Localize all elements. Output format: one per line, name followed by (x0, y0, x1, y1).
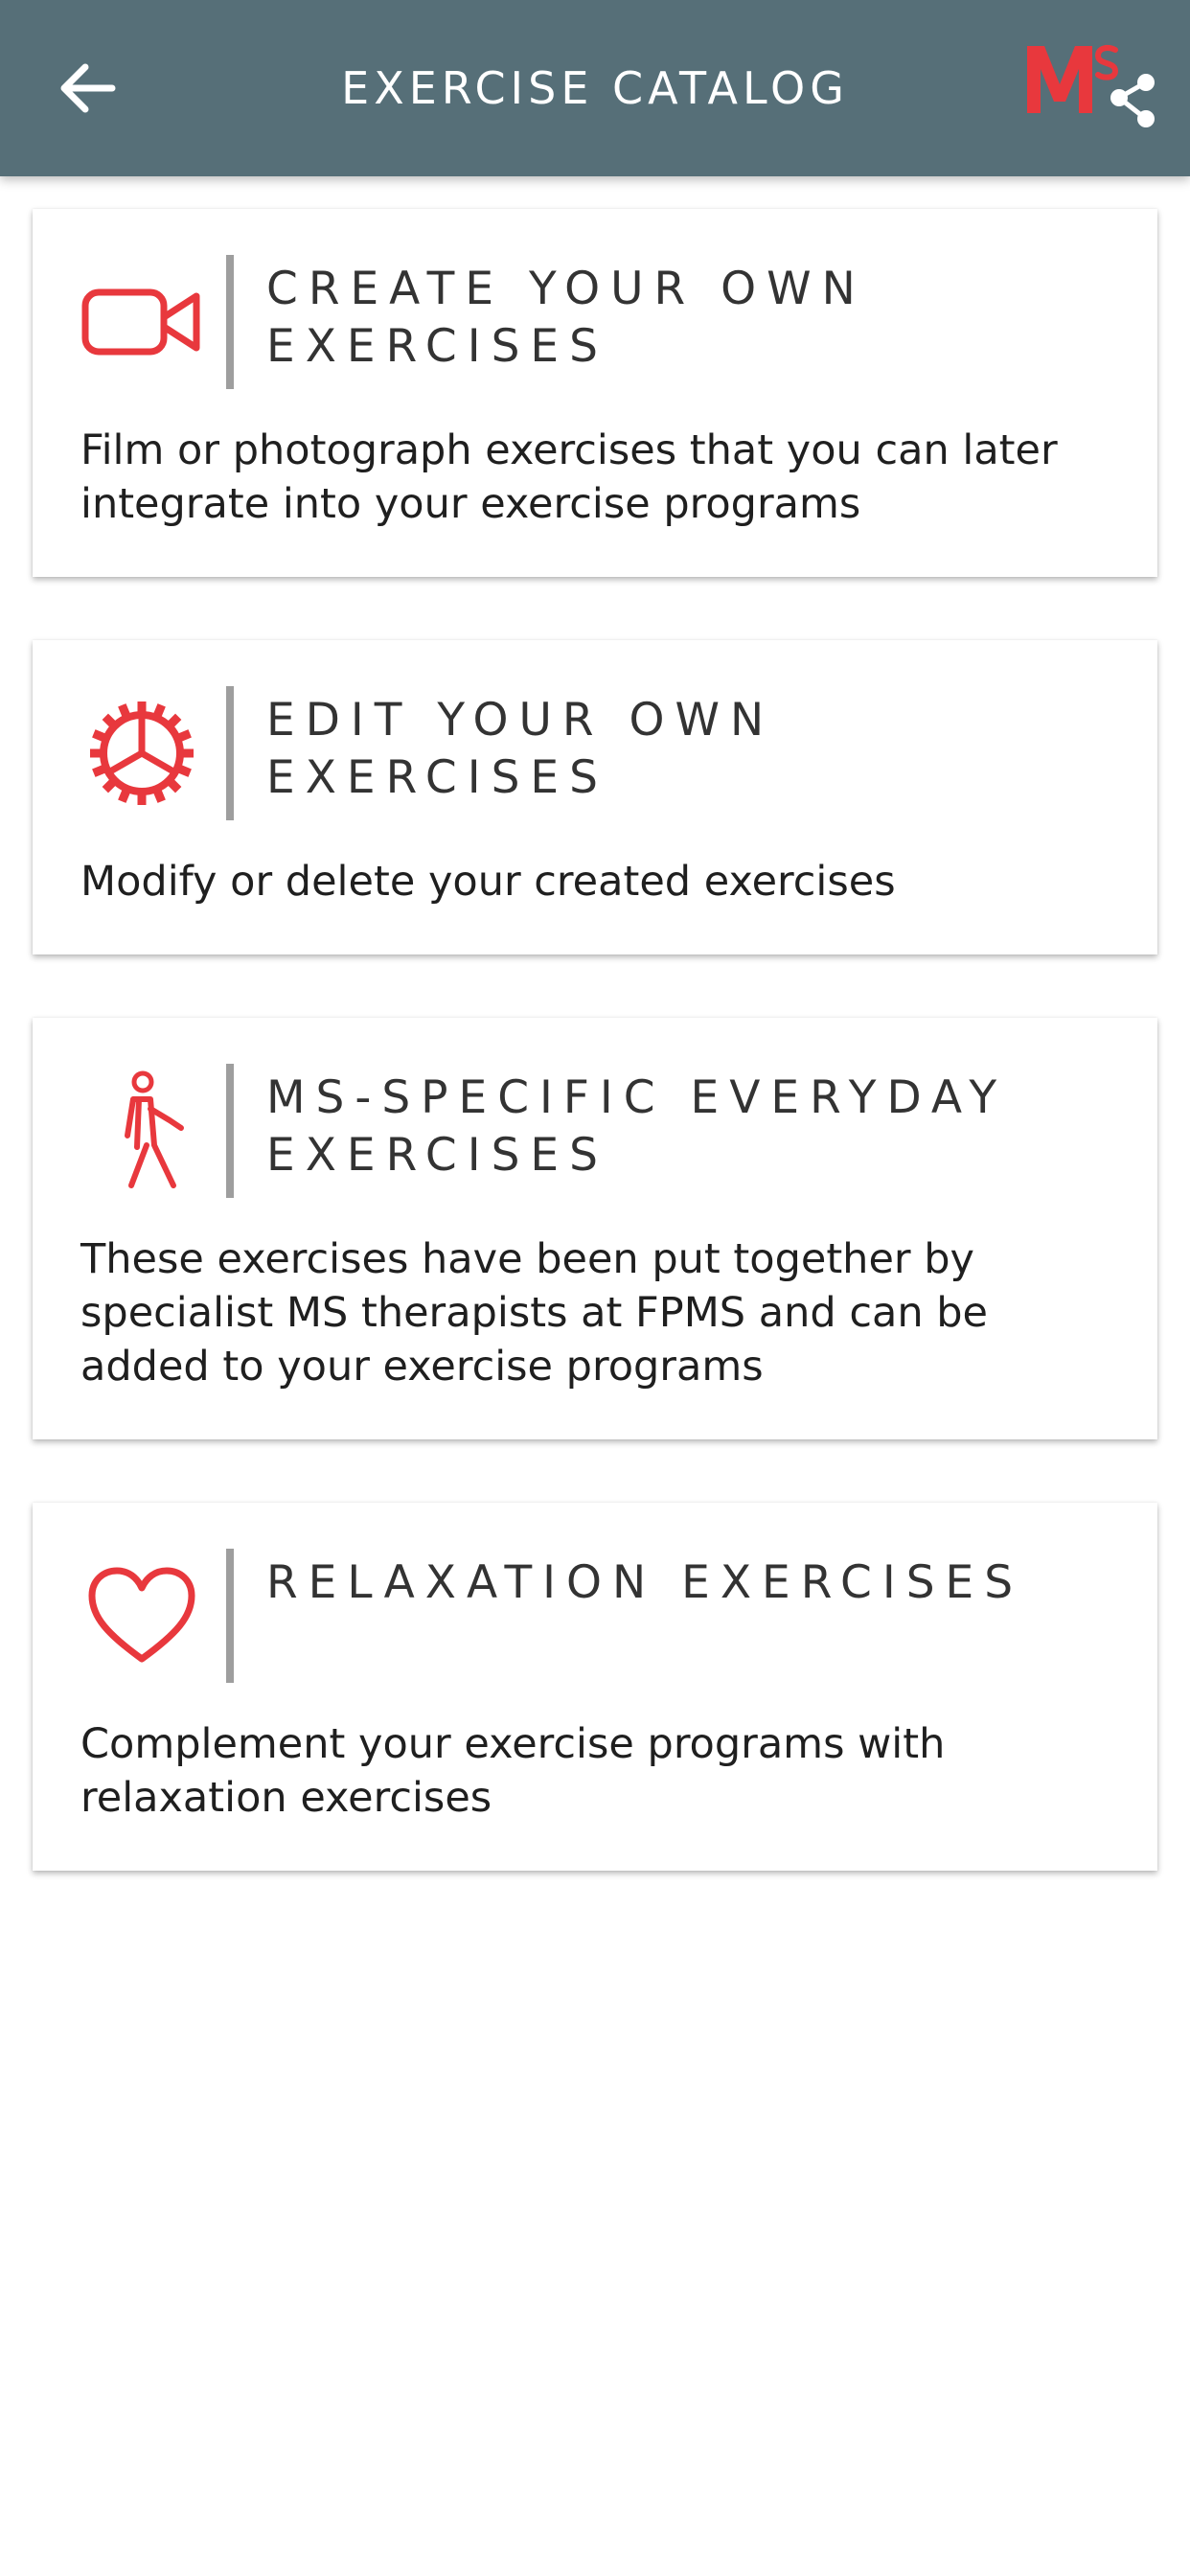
card-description: Modify or delete your created exercises (80, 858, 896, 906)
walking-person-icon (125, 1070, 184, 1188)
card-description: Complement your exercise programs with r… (80, 1720, 946, 1822)
card-description: These exercises have been put together b… (80, 1235, 988, 1391)
card-title: MS-SPECIFIC EVERYDAY EXERCISES (266, 1071, 1008, 1182)
page-title: EXERCISE CATALOG (341, 62, 849, 114)
card-create-own-exercises[interactable]: CREATE YOUR OWN EXERCISES Film or photog… (33, 209, 1157, 577)
app-logo[interactable] (1023, 38, 1157, 138)
card-title: CREATE YOUR OWN EXERCISES (266, 263, 866, 373)
card-divider (226, 1549, 234, 1683)
gear-icon (90, 702, 194, 805)
card-relaxation-exercises[interactable]: RELAXATION EXERCISES Complement your exe… (33, 1503, 1157, 1871)
card-divider (226, 1064, 234, 1198)
card-divider (226, 255, 234, 389)
card-description: Film or photograph exercises that you ca… (80, 426, 1058, 528)
card-title: RELAXATION EXERCISES (266, 1556, 1024, 1609)
card-ms-specific-exercises[interactable]: MS-SPECIFIC EVERYDAY EXERCISES These exe… (33, 1018, 1157, 1439)
heart-icon (88, 1567, 195, 1663)
card-edit-own-exercises[interactable]: EDIT YOUR OWN EXERCISES Modify or delete… (33, 640, 1157, 954)
video-camera-icon (81, 288, 200, 356)
app-bar: EXERCISE CATALOG (0, 0, 1190, 176)
exercise-category-list: CREATE YOUR OWN EXERCISES Film or photog… (33, 209, 1157, 1934)
ms-share-logo (1027, 45, 1155, 127)
card-divider (226, 686, 234, 820)
card-title: EDIT YOUR OWN EXERCISES (266, 694, 775, 804)
